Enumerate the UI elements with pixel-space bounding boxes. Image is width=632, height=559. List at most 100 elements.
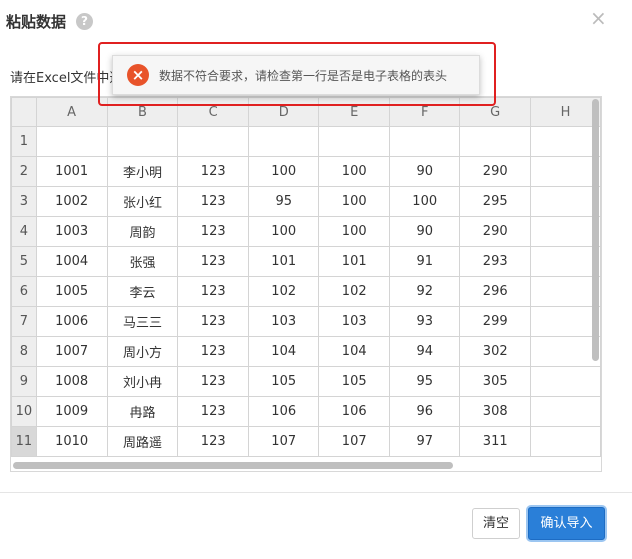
grid-cell[interactable] bbox=[529, 366, 601, 397]
grid-cell[interactable] bbox=[529, 396, 601, 427]
grid-cell[interactable] bbox=[529, 156, 601, 187]
grid-cell[interactable]: 95 bbox=[388, 366, 461, 397]
grid-cell[interactable] bbox=[529, 186, 601, 217]
vertical-scrollbar[interactable] bbox=[592, 99, 599, 361]
grid-cell[interactable]: 311 bbox=[459, 426, 531, 457]
row-header[interactable]: 2 bbox=[11, 156, 37, 187]
grid-cell[interactable]: 100 bbox=[318, 186, 390, 217]
row-header[interactable]: 11 bbox=[11, 426, 37, 457]
grid-cell[interactable]: 100 bbox=[318, 156, 390, 187]
grid-cell[interactable]: 1007 bbox=[35, 336, 108, 367]
grid-cell[interactable]: 90 bbox=[388, 216, 461, 247]
grid-cell[interactable]: 123 bbox=[177, 246, 249, 277]
grid-cell[interactable]: 100 bbox=[247, 216, 320, 247]
table-row[interactable]: 1 bbox=[11, 126, 601, 157]
grid-cell[interactable]: 290 bbox=[459, 216, 531, 247]
grid-cell[interactable] bbox=[388, 126, 461, 157]
grid-cell[interactable]: 1003 bbox=[35, 216, 108, 247]
grid-cell[interactable]: 296 bbox=[459, 276, 531, 307]
grid-cell[interactable]: 张小红 bbox=[106, 186, 179, 217]
grid-cell[interactable]: 107 bbox=[247, 426, 320, 457]
grid-cell[interactable]: 1001 bbox=[35, 156, 108, 187]
grid-cell[interactable]: 91 bbox=[388, 246, 461, 277]
grid-cell[interactable]: 305 bbox=[459, 366, 531, 397]
grid-cell[interactable]: 周小方 bbox=[106, 336, 179, 367]
table-row[interactable]: 4 1003 周韵 123 100 100 90 290 bbox=[11, 216, 601, 247]
grid-cell[interactable]: 冉路 bbox=[106, 396, 179, 427]
close-icon[interactable]: × bbox=[590, 8, 607, 28]
table-row[interactable]: 7 1006 马三三 123 103 103 93 299 bbox=[11, 306, 601, 337]
grid-cell[interactable]: 104 bbox=[318, 336, 390, 367]
grid-cell[interactable] bbox=[177, 126, 249, 157]
row-header[interactable]: 9 bbox=[11, 366, 37, 397]
grid-cell[interactable] bbox=[529, 336, 601, 367]
grid-cell[interactable]: 100 bbox=[247, 156, 320, 187]
horizontal-scrollbar[interactable] bbox=[13, 462, 453, 469]
grid-cell[interactable]: 295 bbox=[459, 186, 531, 217]
table-row[interactable]: 8 1007 周小方 123 104 104 94 302 bbox=[11, 336, 601, 367]
grid-cell[interactable]: 308 bbox=[459, 396, 531, 427]
grid-cell[interactable]: 93 bbox=[388, 306, 461, 337]
row-header[interactable]: 1 bbox=[11, 126, 37, 157]
clear-button[interactable]: 清空 bbox=[472, 508, 520, 539]
grid-cell[interactable] bbox=[318, 126, 390, 157]
grid-cell[interactable]: 92 bbox=[388, 276, 461, 307]
grid-cell[interactable]: 90 bbox=[388, 156, 461, 187]
grid-cell[interactable] bbox=[459, 126, 531, 157]
grid-cell[interactable]: 97 bbox=[388, 426, 461, 457]
grid-cell[interactable]: 123 bbox=[177, 366, 249, 397]
grid-cell[interactable]: 张强 bbox=[106, 246, 179, 277]
corner-cell[interactable] bbox=[11, 97, 37, 127]
grid-cell[interactable]: 123 bbox=[177, 426, 249, 457]
grid-cell[interactable]: 123 bbox=[177, 186, 249, 217]
grid-cell[interactable]: 107 bbox=[318, 426, 390, 457]
grid-cell[interactable]: 102 bbox=[247, 276, 320, 307]
table-row[interactable]: 11 1010 周路遥 123 107 107 97 311 bbox=[11, 426, 601, 457]
column-header[interactable]: A bbox=[35, 97, 108, 127]
table-row[interactable]: 5 1004 张强 123 101 101 91 293 bbox=[11, 246, 601, 277]
grid-cell[interactable]: 周韵 bbox=[106, 216, 179, 247]
grid-cell[interactable]: 299 bbox=[459, 306, 531, 337]
grid-cell[interactable]: 95 bbox=[247, 186, 320, 217]
row-header[interactable]: 3 bbox=[11, 186, 37, 217]
table-row[interactable]: 2 1001 李小明 123 100 100 90 290 bbox=[11, 156, 601, 187]
table-row[interactable]: 3 1002 张小红 123 95 100 100 295 bbox=[11, 186, 601, 217]
grid-cell[interactable]: 1010 bbox=[35, 426, 108, 457]
grid-cell[interactable]: 106 bbox=[318, 396, 390, 427]
grid-cell[interactable]: 李小明 bbox=[106, 156, 179, 187]
row-header[interactable]: 8 bbox=[11, 336, 37, 367]
grid-cell[interactable]: 105 bbox=[318, 366, 390, 397]
grid-cell[interactable]: 123 bbox=[177, 396, 249, 427]
table-row[interactable]: 9 1008 刘小冉 123 105 105 95 305 bbox=[11, 366, 601, 397]
grid-cell[interactable] bbox=[106, 126, 179, 157]
grid-cell[interactable] bbox=[529, 126, 601, 157]
grid-cell[interactable] bbox=[529, 246, 601, 277]
table-row[interactable]: 10 1009 冉路 123 106 106 96 308 bbox=[11, 396, 601, 427]
grid-cell[interactable]: 123 bbox=[177, 306, 249, 337]
grid-cell[interactable]: 123 bbox=[177, 336, 249, 367]
grid-cell[interactable] bbox=[529, 426, 601, 457]
grid-cell[interactable]: 96 bbox=[388, 396, 461, 427]
grid-cell[interactable]: 1004 bbox=[35, 246, 108, 277]
grid-cell[interactable]: 100 bbox=[318, 216, 390, 247]
row-header[interactable]: 10 bbox=[11, 396, 37, 427]
grid-cell[interactable]: 马三三 bbox=[106, 306, 179, 337]
grid-cell[interactable]: 100 bbox=[388, 186, 461, 217]
spreadsheet-table[interactable]: ABCDEFGH 1 2 1001 李小明 123 100 100 90 290 3 1002 张小红… bbox=[11, 97, 601, 457]
grid-cell[interactable]: 李云 bbox=[106, 276, 179, 307]
grid-cell[interactable]: 1005 bbox=[35, 276, 108, 307]
grid-cell[interactable]: 104 bbox=[247, 336, 320, 367]
grid-cell[interactable]: 105 bbox=[247, 366, 320, 397]
grid-cell[interactable]: 101 bbox=[318, 246, 390, 277]
table-row[interactable]: 6 1005 李云 123 102 102 92 296 bbox=[11, 276, 601, 307]
grid-cell[interactable]: 302 bbox=[459, 336, 531, 367]
grid-cell[interactable]: 123 bbox=[177, 156, 249, 187]
grid-cell[interactable]: 101 bbox=[247, 246, 320, 277]
grid-cell[interactable] bbox=[529, 276, 601, 307]
grid-cell[interactable]: 刘小冉 bbox=[106, 366, 179, 397]
row-header[interactable]: 5 bbox=[11, 246, 37, 277]
grid-cell[interactable]: 1008 bbox=[35, 366, 108, 397]
grid-cell[interactable]: 102 bbox=[318, 276, 390, 307]
grid-cell[interactable]: 周路遥 bbox=[106, 426, 179, 457]
help-icon[interactable]: ? bbox=[76, 13, 93, 30]
